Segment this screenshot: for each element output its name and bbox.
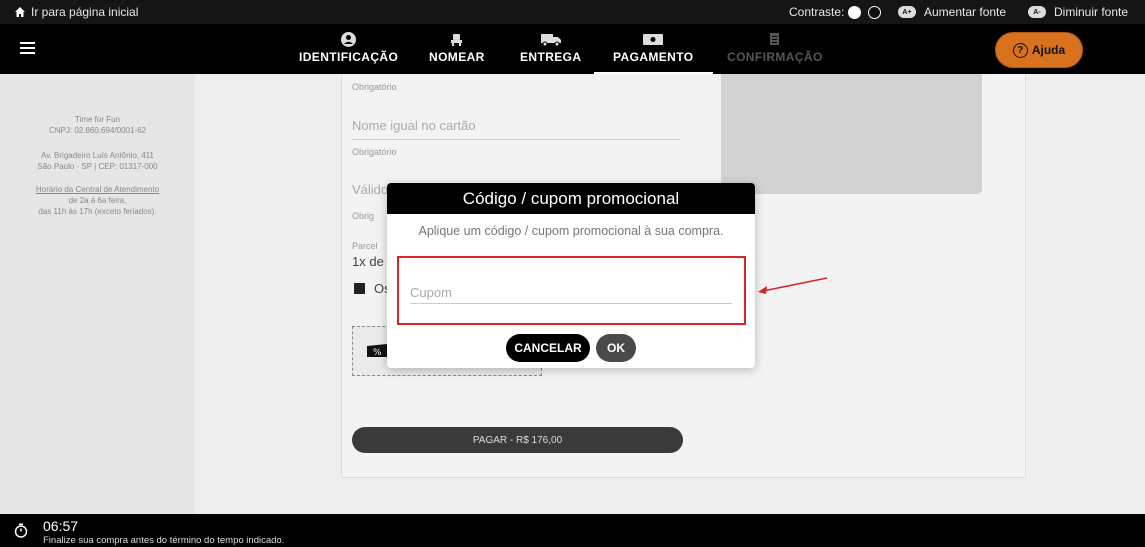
cardholder-name-input[interactable]: Nome igual no cartão <box>352 118 680 140</box>
coupon-input[interactable] <box>410 282 732 304</box>
user-icon <box>341 32 357 47</box>
pay-button[interactable]: PAGAR - R$ 176,00 <box>352 427 683 453</box>
terms-checkbox[interactable] <box>354 283 365 294</box>
company-name: Time for Fun <box>74 115 121 124</box>
accessibility-bar: Ir para página inicial Contraste: A+ Aum… <box>0 0 1145 24</box>
step-label: PAGAMENTO <box>613 50 694 64</box>
document-icon <box>770 33 780 45</box>
stopwatch-icon <box>14 523 28 538</box>
contrast-dark-toggle[interactable] <box>868 5 882 19</box>
cancel-button[interactable]: CANCELAR <box>506 334 590 362</box>
step-label: CONFIRMAÇÃO <box>727 50 823 64</box>
step-label: IDENTIFICAÇÃO <box>299 50 399 64</box>
step-confirmacao[interactable]: CONFIRMAÇÃO <box>727 31 823 64</box>
countdown-time: 06:57 <box>43 518 79 534</box>
required-hint: Obrigatório <box>352 82 397 92</box>
countdown-bar: 06:57 Finalize sua compra antes do térmi… <box>0 514 1145 547</box>
hours-line-2: das 11h às 17h (exceto feriados). <box>38 207 157 216</box>
home-link-label: Ir para página inicial <box>31 5 139 19</box>
step-pagamento[interactable]: PAGAMENTO <box>594 31 712 74</box>
help-label: Ajuda <box>1031 43 1066 57</box>
contrast-label: Contraste: <box>789 5 845 19</box>
coupon-modal: Código / cupom promocional Aplique um có… <box>387 183 755 368</box>
annotation-arrow-icon <box>758 277 828 294</box>
address-line-2: São Paulo - SP | CEP: 01317-000 <box>37 162 158 171</box>
home-link[interactable]: Ir para página inicial <box>14 5 138 19</box>
step-identificacao[interactable]: IDENTIFICAÇÃO <box>299 31 398 64</box>
truck-icon <box>540 34 561 47</box>
step-label: NOMEAR <box>429 50 485 64</box>
ok-button[interactable]: OK <box>596 334 636 362</box>
contrast-light-toggle[interactable] <box>848 5 862 19</box>
discount-tag-icon: % <box>367 344 387 358</box>
required-hint: Obrigatório <box>352 147 397 157</box>
checkout-nav: IDENTIFICAÇÃO NOMEAR ENTREGA PAGAMENTO C… <box>0 24 1145 74</box>
address-line-1: Av. Brigadeiro Luís Antônio, 411 <box>41 151 154 160</box>
company-cnpj: CNPJ: 02.860.694/0001-62 <box>49 126 146 135</box>
installments-label: Parcel <box>352 241 378 251</box>
modal-description: Aplique um código / cupom promocional à … <box>418 224 724 238</box>
help-button[interactable]: ? Ajuda <box>995 32 1083 68</box>
decrease-font-button[interactable]: A- Diminuir fonte <box>1028 5 1128 19</box>
seat-icon <box>451 34 463 46</box>
home-icon <box>15 7 25 17</box>
increase-font-button[interactable]: A+ Aumentar fonte <box>898 5 1006 19</box>
svg-text:%: % <box>373 348 382 358</box>
contrast-control: Contraste: <box>789 5 882 19</box>
card-icon <box>643 34 664 45</box>
step-label: ENTREGA <box>520 50 582 64</box>
countdown-message: Finalize sua compra antes do término do … <box>43 535 285 546</box>
installments-select[interactable]: 1x de <box>352 254 392 272</box>
step-entrega[interactable]: ENTREGA <box>520 31 581 64</box>
font-increase-icon: A+ <box>898 6 916 18</box>
modal-title: Código / cupom promocional <box>387 183 755 214</box>
decrease-font-label: Diminuir fonte <box>1054 5 1129 19</box>
card-preview <box>721 74 982 194</box>
increase-font-label: Aumentar fonte <box>924 5 1007 19</box>
step-nomear[interactable]: NOMEAR <box>429 31 485 64</box>
sidebar: Time for Fun CNPJ: 02.860.694/0001-62 Av… <box>0 74 195 514</box>
question-icon: ? <box>1012 42 1028 58</box>
menu-icon[interactable] <box>20 42 35 55</box>
hours-link[interactable]: Horário da Central de Atendimento <box>0 184 195 195</box>
required-hint: Obrig <box>352 211 375 221</box>
validity-input[interactable]: Válido <box>352 182 392 204</box>
hours-line-1: de 2a à 6a feira, <box>68 196 127 205</box>
font-decrease-icon: A- <box>1028 6 1046 18</box>
